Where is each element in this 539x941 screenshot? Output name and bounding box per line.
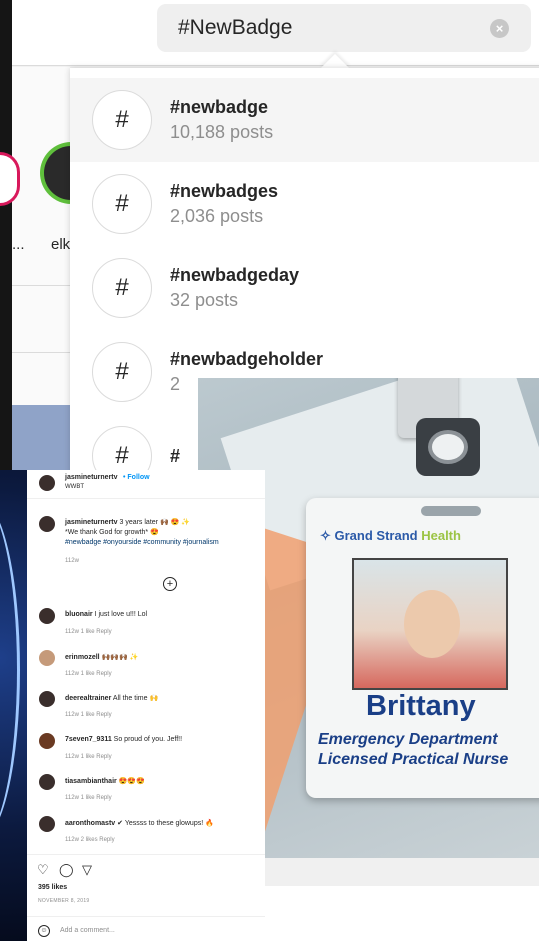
badge-slot <box>421 506 481 516</box>
comment-user[interactable]: erinmozell <box>65 654 100 661</box>
comment-meta[interactable]: 112w 1 like Reply <box>65 671 112 677</box>
comment: deerealtrainer All the time 🙌 <box>65 694 158 702</box>
avatar[interactable] <box>39 475 55 491</box>
divider <box>27 854 265 855</box>
hashtag-icon: # <box>92 258 152 318</box>
bottom-background <box>265 858 539 941</box>
divider <box>12 352 72 353</box>
post-comments-panel: jasmineturnertv • Follow WWBT jasminetur… <box>27 470 265 941</box>
caption-hashtags[interactable]: #newbadge #onyourside #community #journa… <box>65 539 219 546</box>
comment: erinmozell 🙌🏾🙌🏾🙌🏾 ✨ <box>65 653 138 661</box>
search-query-text[interactable]: #NewBadge <box>178 16 292 40</box>
badge-dept-line2: Licensed Practical Nurse <box>318 751 509 768</box>
avatar[interactable] <box>39 650 55 666</box>
load-more-icon[interactable]: + <box>163 577 177 591</box>
portrait-face <box>404 590 460 658</box>
comment-meta[interactable]: 112w 1 like Reply <box>65 795 112 801</box>
comment: 7seven7_9311 So proud of you. Jeff!! <box>65 736 182 743</box>
caption-text: 3 years later 🙌🏾 😍 ✨ <box>117 519 190 526</box>
search-input[interactable]: #NewBadge × <box>157 4 531 52</box>
post-location[interactable]: WWBT <box>65 484 84 490</box>
comment-text: All the time 🙌 <box>111 695 159 702</box>
comment: aaronthomastv ✔ Yessss to these glowups!… <box>65 819 214 827</box>
top-bar: #NewBadge × <box>12 0 539 66</box>
emoji-icon[interactable]: ☺ <box>38 925 50 937</box>
badge-department: Emergency Department Licensed Practical … <box>318 730 508 770</box>
comment-meta[interactable]: 112w 1 like Reply <box>65 754 112 760</box>
badge-org-logo: ✧ Grand Strand Health <box>320 528 461 543</box>
badge-org-name: Grand Strand <box>334 528 418 543</box>
comment-user[interactable]: aaronthomastv <box>65 820 115 827</box>
result-tag: #newbadgeday <box>170 265 300 285</box>
post-date: NOVEMBER 8, 2019 <box>38 898 90 904</box>
caption-time: 112w <box>65 558 79 564</box>
comment-user[interactable]: 7seven7_9311 <box>65 736 112 743</box>
search-result-item[interactable]: # #newbadge 10,188 posts <box>70 78 539 162</box>
badge-name: Brittany <box>366 690 476 722</box>
comment-text: ✔ Yessss to these glowups! 🔥 <box>115 820 214 827</box>
result-tag: #newbadgeholder <box>170 349 324 369</box>
comment-user[interactable]: deerealtrainer <box>65 695 111 702</box>
caption-user[interactable]: jasmineturnertv <box>65 519 118 526</box>
avatar[interactable] <box>39 733 55 749</box>
avatar[interactable] <box>39 516 55 532</box>
post-image-edge <box>12 405 72 470</box>
comment: tiasambianthair 😍😍😍 <box>65 777 145 785</box>
bottom-white <box>265 886 539 941</box>
avatar[interactable] <box>39 816 55 832</box>
divider <box>27 916 265 917</box>
comment-user[interactable]: tiasambianthair <box>65 778 117 785</box>
comment-user[interactable]: bluonair <box>65 611 93 618</box>
caption-line2: *We thank God for growth* 😍 <box>65 529 159 536</box>
likes-count[interactable]: 395 likes <box>38 884 67 891</box>
hashtag-icon: # <box>92 426 152 470</box>
comment-meta[interactable]: 112w 1 like Reply <box>65 629 112 635</box>
comment-text: 🙌🏾🙌🏾🙌🏾 ✨ <box>99 654 139 661</box>
add-comment-input[interactable]: Add a comment... <box>60 927 115 934</box>
comment: bluonair I just love u!!! Lol <box>65 611 147 618</box>
comment-text: So proud of you. Jeff!! <box>111 736 183 743</box>
hashtag-icon: # <box>92 342 152 402</box>
avatar[interactable] <box>39 774 55 790</box>
reel-icon <box>428 430 468 464</box>
id-badge: ✧ Grand Strand Health Brittany Emergency… <box>306 498 539 798</box>
heart-icon[interactable]: ♡ <box>37 862 49 878</box>
badge-portrait <box>352 558 508 690</box>
comment-text: 😍😍😍 <box>116 778 145 785</box>
badge-dept-line1: Emergency Department <box>318 731 498 748</box>
story-label: elk <box>51 236 71 253</box>
divider <box>12 285 72 286</box>
comment-text: I just love u!!! Lol <box>92 611 148 618</box>
result-tag: # <box>170 446 181 466</box>
result-count: 10,188 posts <box>170 122 274 142</box>
avatar[interactable] <box>39 691 55 707</box>
comment-meta[interactable]: 112w 2 likes Reply <box>65 837 115 843</box>
result-count: 2,036 posts <box>170 206 264 226</box>
badge-reel <box>416 418 480 476</box>
left-edge <box>0 0 12 470</box>
clear-icon[interactable]: × <box>490 19 509 38</box>
comment-meta[interactable]: 112w 1 like Reply <box>65 712 112 718</box>
comment-icon[interactable]: ◯ <box>59 862 74 878</box>
result-count: 32 posts <box>170 290 239 310</box>
search-result-item[interactable]: # #newbadges 2,036 posts <box>70 162 539 246</box>
follow-button[interactable]: • Follow <box>123 474 150 481</box>
result-tag: #newbadges <box>170 181 279 201</box>
post-author[interactable]: jasmineturnertv <box>65 474 118 481</box>
hashtag-icon: # <box>92 174 152 234</box>
share-icon[interactable]: ▽ <box>82 862 92 878</box>
hashtag-icon: # <box>92 90 152 150</box>
divider <box>27 498 265 499</box>
badge-org-suffix: Health <box>421 528 461 543</box>
result-tag: #newbadge <box>170 97 269 117</box>
planet-edge <box>0 500 20 840</box>
story-label-truncated: ... <box>12 236 25 253</box>
space-photo <box>0 470 27 941</box>
caption: jasmineturnertv 3 years later 🙌🏾 😍 ✨ *We… <box>65 518 260 548</box>
avatar[interactable] <box>39 608 55 624</box>
search-result-item[interactable]: # #newbadgeday 32 posts <box>70 246 539 330</box>
